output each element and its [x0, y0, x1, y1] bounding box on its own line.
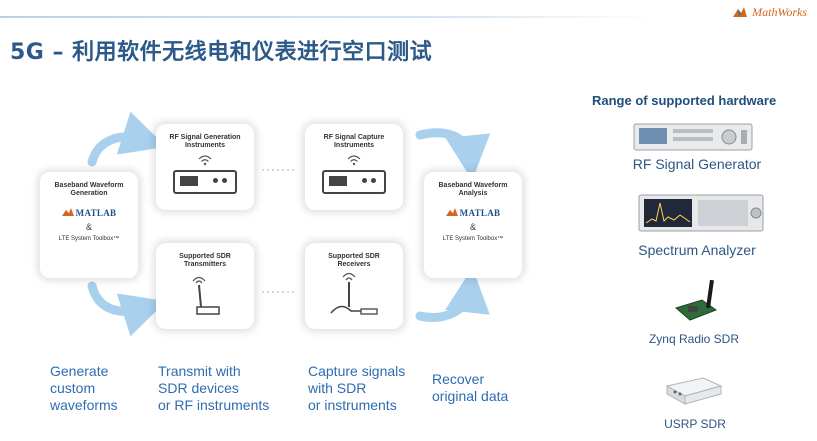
- and-symbol: &: [85, 222, 92, 232]
- analysis-card: Baseband Waveform Analysis MATLAB & LTE …: [424, 172, 522, 278]
- rf-generation-card: RF Signal Generation Instruments: [156, 124, 254, 210]
- sdr-transmitter-icon: [192, 276, 220, 315]
- matlab-logo: MATLAB: [40, 208, 138, 218]
- spectrum-analyzer-icon: [322, 170, 386, 194]
- spectrum-analyzer-image: [638, 193, 764, 233]
- arrow-gen-to-sdr: [87, 281, 167, 337]
- sdr-receivers-card: Supported SDR Receivers: [305, 243, 403, 329]
- sdr-receivers-card-title: Supported SDR Receivers: [328, 253, 380, 268]
- sdr-receiver-icon: [330, 272, 378, 315]
- caption-generate: Generate custom waveforms: [50, 363, 118, 413]
- toolbox-label: LTE System Toolbox™: [58, 236, 120, 242]
- generation-card: Baseband Waveform Generation MATLAB & LT…: [40, 172, 138, 278]
- generation-card-title: Baseband Waveform Generation: [54, 182, 124, 197]
- rf-capture-card: RF Signal Capture Instruments: [305, 124, 403, 210]
- matlab-icon: [445, 208, 458, 216]
- matlab-icon: [61, 208, 74, 216]
- analysis-card-title: Baseband Waveform Analysis: [438, 182, 508, 197]
- rf-generation-card-title: RF Signal Generation Instruments: [169, 134, 241, 149]
- caption-recover: Recover original data: [432, 371, 509, 404]
- caption-transmit: Transmit with SDR devices or RF instrume…: [158, 363, 270, 413]
- arrow-sdr-to-analysis: [415, 267, 490, 322]
- wireless-icon: [347, 155, 361, 166]
- matlab-logo: MATLAB: [424, 208, 522, 218]
- hardware-heading: Range of supported hardware: [592, 93, 777, 108]
- arrow-gen-to-rf: [87, 111, 167, 167]
- wireless-icon: [198, 155, 212, 166]
- matlab-label: MATLAB: [459, 208, 501, 218]
- sdr-transmitters-card: Supported SDR Transmitters: [156, 243, 254, 329]
- zynq-board-image: [672, 278, 720, 322]
- and-symbol: &: [469, 222, 476, 232]
- caption-capture: Capture signals with SDR or instruments: [308, 363, 406, 413]
- toolbox-label: LTE System Toolbox™: [442, 236, 504, 242]
- hardware-label-usrp: USRP SDR: [664, 417, 726, 431]
- signal-generator-icon: [173, 170, 237, 194]
- usrp-device-image: [665, 372, 723, 406]
- hardware-label-spectrum-analyzer: Spectrum Analyzer: [638, 242, 756, 258]
- arrow-rf-to-analysis: [415, 128, 491, 181]
- signal-generator-image: [633, 122, 753, 152]
- rf-capture-card-title: RF Signal Capture Instruments: [323, 134, 385, 149]
- matlab-label: MATLAB: [75, 208, 117, 218]
- hardware-label-zynq: Zynq Radio SDR: [648, 332, 740, 346]
- sdr-transmitters-card-title: Supported SDR Transmitters: [179, 253, 231, 268]
- slide: MathWorks 5G – 利用软件无线电和仪表进行空口测试 Baseband…: [0, 0, 817, 441]
- hardware-label-signal-generator: RF Signal Generator: [632, 156, 762, 172]
